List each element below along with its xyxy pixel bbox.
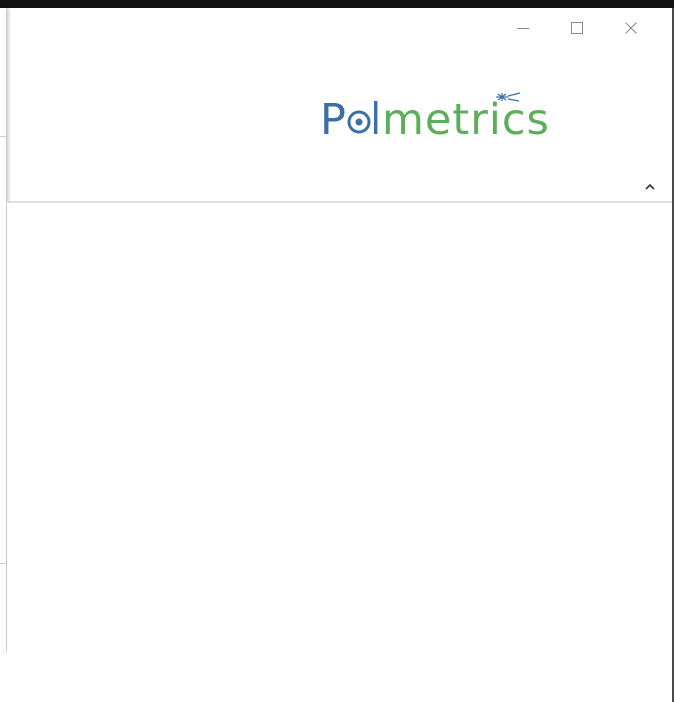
minimize-button[interactable] [496, 12, 550, 44]
close-button[interactable] [604, 12, 658, 44]
panel-edge-mark [0, 563, 6, 564]
panel-edge-mark [0, 136, 6, 137]
close-icon [625, 22, 637, 34]
svg-text:metrics: metrics [382, 95, 550, 144]
left-side-panel-edge [0, 8, 7, 651]
maximize-button[interactable] [550, 12, 604, 44]
minimize-icon [517, 28, 529, 29]
window-top-border [0, 0, 674, 8]
collapse-ribbon-button[interactable] [642, 178, 658, 194]
palmetrics-logo-image: P metrics [320, 92, 550, 144]
svg-text:P: P [320, 95, 346, 144]
window-controls [496, 12, 658, 44]
palmetrics-logo: P metrics [320, 92, 565, 144]
chevron-up-icon [645, 183, 655, 190]
main-content-area [7, 203, 672, 702]
maximize-icon [571, 22, 583, 34]
